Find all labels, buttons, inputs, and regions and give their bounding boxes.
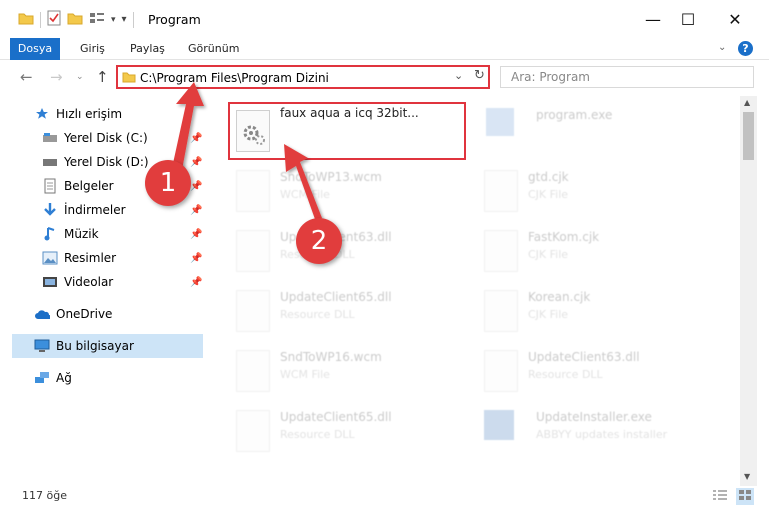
step-1-badge: 1 xyxy=(145,160,191,206)
annotation-arrows xyxy=(172,82,322,222)
arrow-to-file xyxy=(284,144,322,222)
arrow-to-address-bar xyxy=(172,82,204,170)
step-2-badge: 2 xyxy=(296,218,342,264)
